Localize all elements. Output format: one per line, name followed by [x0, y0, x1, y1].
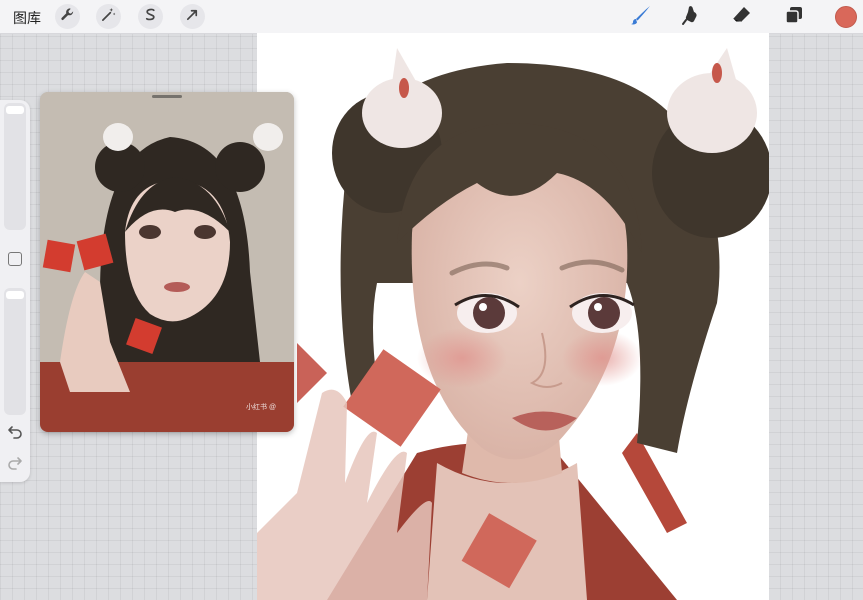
reference-drag-handle[interactable]	[152, 95, 182, 98]
selection-button[interactable]	[138, 4, 163, 29]
square-modifier-icon[interactable]	[8, 252, 22, 266]
gallery-button[interactable]: 图库	[13, 8, 41, 28]
reference-window[interactable]: 小红书 @	[40, 92, 294, 432]
layers-button[interactable]	[781, 4, 807, 30]
transform-button[interactable]	[180, 4, 205, 29]
layers-icon	[784, 5, 804, 30]
smudge-tool-button[interactable]	[678, 4, 704, 30]
adjustments-button[interactable]	[96, 4, 121, 29]
brush-size-slider[interactable]	[4, 103, 26, 230]
undo-icon[interactable]	[7, 423, 23, 439]
brush-tool-button[interactable]	[628, 4, 654, 30]
wrench-icon	[60, 7, 75, 27]
actions-button[interactable]	[55, 4, 80, 29]
brush-sidebar	[0, 100, 30, 482]
painting-artwork	[257, 48, 769, 600]
color-picker-button[interactable]	[835, 6, 857, 28]
selection-icon	[143, 7, 158, 27]
transform-arrow-icon	[185, 7, 200, 27]
eraser-icon	[731, 4, 753, 31]
opacity-handle[interactable]	[6, 291, 24, 299]
opacity-slider[interactable]	[4, 288, 26, 415]
magic-wand-icon	[101, 7, 116, 27]
reference-photo	[40, 92, 294, 432]
top-toolbar: 图库	[0, 0, 863, 34]
eraser-tool-button[interactable]	[729, 4, 755, 30]
reference-watermark: 小红书 @	[246, 404, 277, 411]
brush-icon	[630, 4, 652, 31]
brush-size-handle[interactable]	[6, 106, 24, 114]
redo-icon[interactable]	[7, 454, 23, 470]
smudge-icon	[680, 4, 702, 31]
drawing-canvas[interactable]	[257, 33, 769, 600]
